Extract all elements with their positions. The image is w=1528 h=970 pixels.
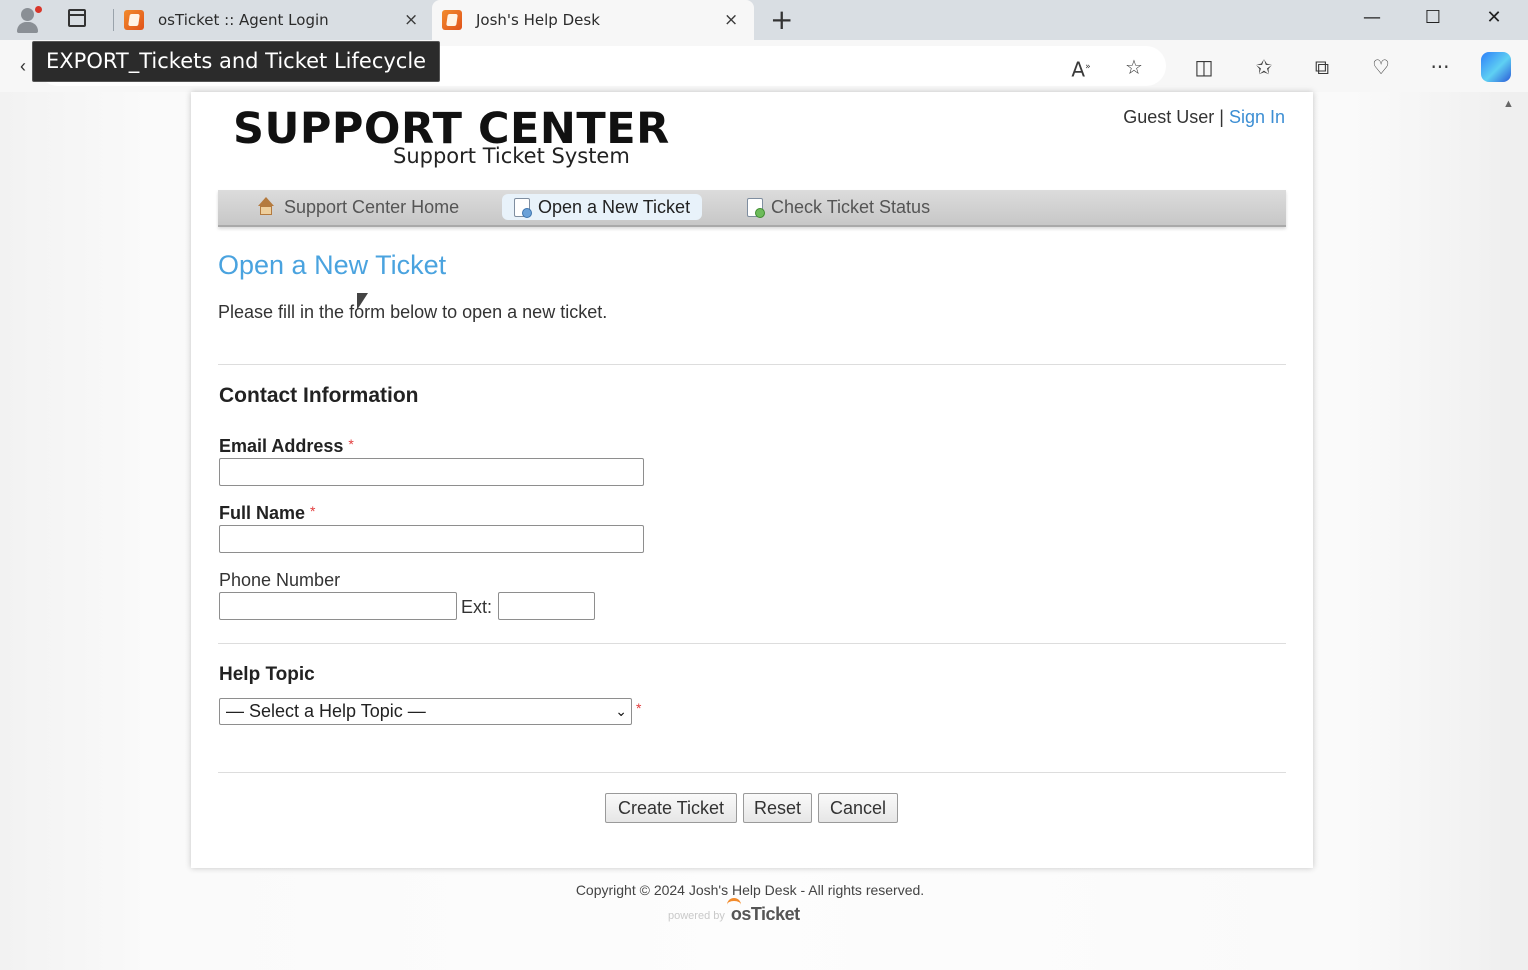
ext-label: Ext:: [461, 597, 493, 617]
chevron-down-icon: ⌄: [615, 703, 627, 719]
osticket-logo: osTicket: [726, 898, 800, 924]
home-icon: [256, 197, 276, 217]
split-screen-icon[interactable]: ◫: [1191, 54, 1217, 80]
intro-text: Please fill in the form below to open a …: [218, 302, 608, 322]
nav-open-new-ticket[interactable]: Open a New Ticket: [502, 194, 703, 220]
required-marker: *: [310, 503, 316, 519]
help-topic-selected: — Select a Help Topic —: [226, 701, 426, 721]
contact-info-heading: Contact Information: [219, 384, 419, 407]
footer-copyright: Copyright © 2024 Josh's Help Desk - All …: [575, 882, 925, 898]
nav-label: Check Ticket Status: [771, 196, 931, 217]
full-name-field[interactable]: [219, 525, 644, 553]
required-marker: *: [348, 436, 354, 452]
favorites-icon[interactable]: ✩: [1251, 54, 1277, 80]
page-title: Open a New Ticket: [218, 250, 447, 280]
powered-by[interactable]: powered by osTicket: [668, 898, 800, 925]
close-tab-icon[interactable]: ×: [404, 10, 418, 30]
email-label: Email Address *: [219, 436, 354, 457]
browser-essentials-icon[interactable]: ♡: [1368, 54, 1394, 80]
osticket-favicon-icon: [442, 10, 462, 30]
close-window-button[interactable]: ✕: [1474, 2, 1514, 34]
tab-agent-login[interactable]: osTicket :: Agent Login ×: [112, 0, 430, 40]
ticket-status-icon: [747, 197, 765, 218]
nav-label: Open a New Ticket: [538, 196, 691, 217]
help-topic-heading: Help Topic: [219, 664, 315, 685]
tab-label: osTicket :: Agent Login: [158, 11, 329, 29]
divider: [218, 772, 1286, 773]
vertical-scrollbar[interactable]: [1500, 92, 1528, 970]
divider: [218, 364, 1286, 365]
divider: [218, 643, 1286, 644]
required-marker: *: [636, 700, 642, 716]
favorite-star-icon[interactable]: ☆: [1121, 54, 1147, 80]
powered-by-label: powered by: [668, 910, 725, 922]
phone-label: Phone Number: [219, 570, 341, 590]
user-info: Guest User | Sign In: [1123, 107, 1285, 128]
help-topic-select[interactable]: — Select a Help Topic — ⌄: [219, 698, 632, 725]
minimize-button[interactable]: —: [1352, 2, 1392, 34]
nav-support-center-home[interactable]: Support Center Home: [244, 194, 471, 220]
full-name-label-text: Full Name: [219, 503, 306, 523]
tab-josh-help-desk[interactable]: Josh's Help Desk ×: [432, 0, 754, 40]
cancel-button[interactable]: Cancel: [818, 793, 898, 823]
profile-icon[interactable]: [16, 6, 42, 34]
guest-user-label: Guest User: [1123, 107, 1215, 127]
ext-field[interactable]: [498, 592, 595, 620]
tab-actions-icon[interactable]: [68, 9, 86, 27]
collections-icon[interactable]: ⧉: [1309, 54, 1335, 80]
user-separator: |: [1219, 107, 1224, 127]
new-ticket-icon: [514, 197, 532, 218]
mouse-cursor-icon: [357, 293, 368, 310]
back-arrow-icon[interactable]: ‹: [20, 56, 26, 77]
osticket-favicon-icon: [124, 10, 144, 30]
create-ticket-button[interactable]: Create Ticket: [605, 793, 737, 823]
reset-button[interactable]: Reset: [743, 793, 812, 823]
tab-label: Josh's Help Desk: [476, 11, 600, 29]
main-nav: Support Center Home Open a New Ticket Ch…: [218, 190, 1286, 227]
nav-label: Support Center Home: [284, 196, 460, 217]
read-aloud-icon[interactable]: A»: [1068, 54, 1094, 82]
tab-tooltip: EXPORT_Tickets and Ticket Lifecycle: [32, 41, 441, 82]
new-tab-button[interactable]: +: [770, 3, 793, 36]
phone-field[interactable]: [219, 592, 457, 620]
close-tab-icon[interactable]: ×: [724, 10, 738, 30]
nav-check-ticket-status[interactable]: Check Ticket Status: [735, 194, 942, 220]
scroll-up-arrow-icon[interactable]: ▲: [1503, 98, 1514, 110]
maximize-button[interactable]: ☐: [1413, 2, 1453, 34]
copilot-icon[interactable]: [1481, 52, 1511, 82]
email-field[interactable]: [219, 458, 644, 486]
email-label-text: Email Address: [219, 436, 344, 456]
more-icon[interactable]: ···: [1427, 54, 1453, 80]
support-center-container: SUPPORT CENTER Support Ticket System Gue…: [191, 92, 1313, 868]
sign-in-link[interactable]: Sign In: [1229, 107, 1285, 127]
logo-subtitle: Support Ticket System: [393, 144, 630, 168]
full-name-label: Full Name *: [219, 503, 315, 524]
